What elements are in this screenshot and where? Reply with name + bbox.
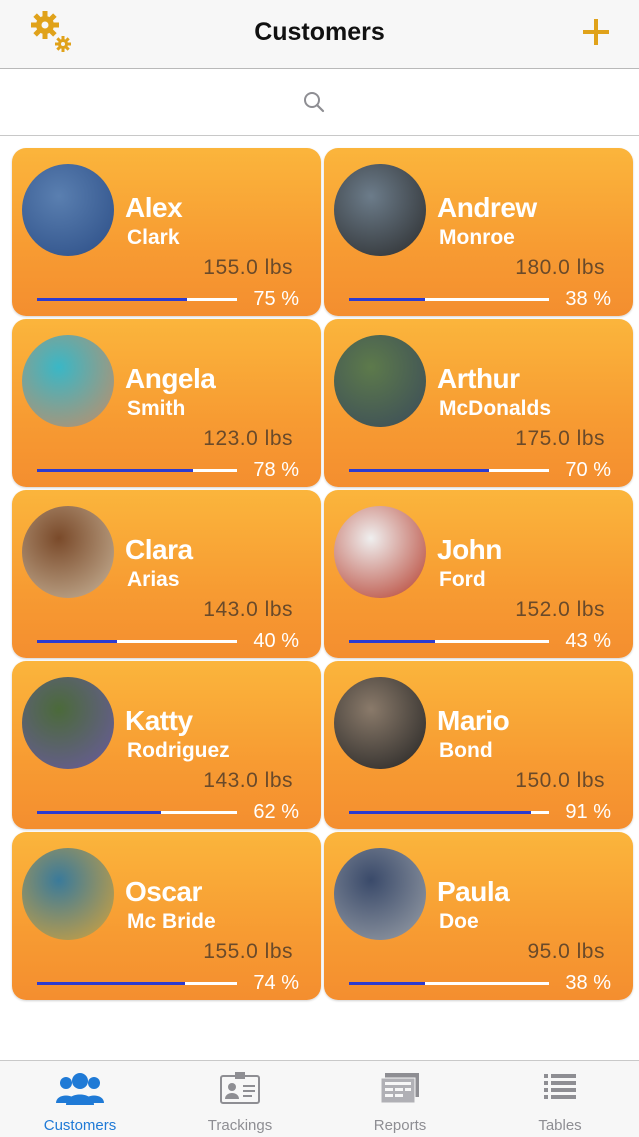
customer-card[interactable]: Alex Clark 155.0 lbs 75 %	[12, 148, 321, 316]
progress-bar	[37, 298, 237, 301]
progress-percent: 62 %	[253, 801, 299, 823]
avatar	[22, 848, 114, 940]
last-name: Smith	[127, 397, 186, 420]
progress-percent: 38 %	[565, 972, 611, 994]
weight-value: 152.0 lbs	[515, 598, 605, 621]
first-name: Katty	[125, 705, 193, 736]
progress-bar	[37, 982, 237, 985]
progress-percent: 38 %	[565, 288, 611, 310]
first-name: Paula	[437, 876, 510, 907]
first-name: Andrew	[437, 192, 537, 223]
progress-fill	[37, 469, 193, 472]
list-icon	[544, 1074, 576, 1099]
customer-card[interactable]: Paula Doe 95.0 lbs 38 %	[324, 832, 633, 1000]
progress-fill	[349, 298, 425, 301]
first-name: Arthur	[437, 363, 520, 394]
progress-fill	[349, 469, 489, 472]
tab-customers[interactable]: Customers	[0, 1061, 160, 1137]
users-icon	[56, 1073, 104, 1105]
progress-percent: 75 %	[253, 288, 299, 310]
last-name: Ford	[439, 568, 486, 591]
avatar	[334, 848, 426, 940]
first-name: John	[437, 534, 502, 565]
tab-tables[interactable]: Tables	[480, 1061, 639, 1137]
weight-value: 95.0 lbs	[527, 940, 605, 963]
progress-fill	[349, 811, 531, 814]
last-name: Monroe	[439, 226, 515, 249]
progress-bar	[37, 469, 237, 472]
weight-value: 143.0 lbs	[203, 769, 293, 792]
progress-bar	[349, 982, 549, 985]
navigation-bar: Customers	[0, 0, 639, 69]
first-name: Alex	[125, 192, 183, 223]
reports-icon	[380, 1073, 419, 1104]
id-card-icon	[220, 1072, 260, 1104]
weight-value: 143.0 lbs	[203, 598, 293, 621]
last-name: Arias	[127, 568, 180, 591]
last-name: Clark	[127, 226, 180, 249]
customer-card[interactable]: Arthur McDonalds 175.0 lbs 70 %	[324, 319, 633, 487]
progress-fill	[349, 640, 435, 643]
progress-bar	[349, 469, 549, 472]
page-title: Customers	[254, 18, 385, 46]
tab-bar: Customers Trackings Reports Tables	[0, 1060, 639, 1137]
progress-percent: 40 %	[253, 630, 299, 652]
customer-card[interactable]: Katty Rodriguez 143.0 lbs 62 %	[12, 661, 321, 829]
weight-value: 155.0 lbs	[203, 940, 293, 963]
last-name: Bond	[439, 739, 493, 762]
last-name: Doe	[439, 910, 479, 933]
tab-label: Tables	[538, 1117, 582, 1134]
customer-card[interactable]: Angela Smith 123.0 lbs 78 %	[12, 319, 321, 487]
tab-trackings[interactable]: Trackings	[160, 1061, 320, 1137]
tab-label: Trackings	[207, 1117, 273, 1134]
progress-bar	[349, 640, 549, 643]
avatar	[22, 335, 114, 427]
last-name: Rodriguez	[127, 739, 230, 762]
customer-card[interactable]: Mario Bond 150.0 lbs 91 %	[324, 661, 633, 829]
first-name: Angela	[125, 363, 216, 394]
progress-percent: 70 %	[565, 459, 611, 481]
progress-percent: 78 %	[253, 459, 299, 481]
avatar	[334, 677, 426, 769]
avatar	[22, 164, 114, 256]
weight-value: 180.0 lbs	[515, 256, 605, 279]
avatar	[22, 506, 114, 598]
tab-reports[interactable]: Reports	[320, 1061, 480, 1137]
progress-bar	[37, 640, 237, 643]
weight-value: 150.0 lbs	[515, 769, 605, 792]
tab-label: Reports	[373, 1117, 427, 1134]
search-icon	[304, 92, 325, 113]
weight-value: 123.0 lbs	[203, 427, 293, 450]
tab-label: Customers	[43, 1117, 117, 1134]
first-name: Oscar	[125, 876, 202, 907]
customer-card[interactable]: Andrew Monroe 180.0 lbs 38 %	[324, 148, 633, 316]
customer-card[interactable]: John Ford 152.0 lbs 43 %	[324, 490, 633, 658]
progress-fill	[37, 811, 161, 814]
progress-bar	[349, 298, 549, 301]
avatar	[334, 164, 426, 256]
weight-value: 175.0 lbs	[515, 427, 605, 450]
weight-value: 155.0 lbs	[203, 256, 293, 279]
avatar	[334, 335, 426, 427]
plus-icon[interactable]	[582, 18, 610, 46]
progress-fill	[349, 982, 425, 985]
first-name: Mario	[437, 705, 510, 736]
first-name: Clara	[125, 534, 193, 565]
progress-percent: 43 %	[565, 630, 611, 652]
progress-percent: 91 %	[565, 801, 611, 823]
avatar	[334, 506, 426, 598]
last-name: McDonalds	[439, 397, 552, 420]
progress-bar	[349, 811, 549, 814]
progress-fill	[37, 298, 187, 301]
progress-percent: 74 %	[253, 972, 299, 994]
progress-fill	[37, 982, 185, 985]
progress-fill	[37, 640, 117, 643]
last-name: Mc Bride	[127, 910, 216, 933]
customer-card[interactable]: Oscar Mc Bride 155.0 lbs 74 %	[12, 832, 321, 1000]
customer-card[interactable]: Clara Arias 143.0 lbs 40 %	[12, 490, 321, 658]
avatar	[22, 677, 114, 769]
progress-bar	[37, 811, 237, 814]
